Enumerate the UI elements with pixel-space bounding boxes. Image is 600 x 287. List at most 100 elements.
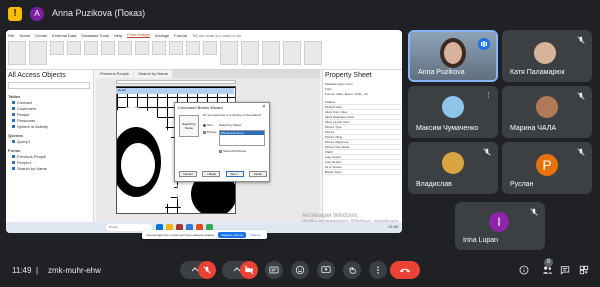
mic-off-icon	[577, 148, 585, 156]
control-tool	[84, 41, 98, 55]
themes-tool	[29, 41, 47, 65]
ribbon-tab[interactable]: External Data	[52, 33, 76, 38]
stop-sharing-button[interactable]: Закрыть доступ	[218, 231, 247, 238]
warning-icon[interactable]: !	[8, 7, 22, 21]
mic-off-icon	[577, 36, 585, 44]
participant-name: Катя Паламарюк	[510, 69, 565, 76]
nav-item[interactable]: Contract	[12, 100, 32, 105]
insert-image-tool	[220, 41, 238, 65]
activities-icon	[579, 265, 589, 275]
presenter-avatar: A	[30, 7, 44, 21]
nav-item[interactable]: People	[12, 112, 29, 117]
property-row[interactable]: Border Style	[325, 170, 401, 175]
nav-item[interactable]: Customers	[12, 106, 36, 111]
participant-tile[interactable]: I Irina Lupan	[455, 202, 545, 250]
participant-name: Владислав	[416, 181, 452, 188]
property-tab[interactable]: Data	[337, 92, 343, 96]
control-tool	[50, 41, 64, 55]
camera-toggle-button[interactable]	[240, 261, 258, 279]
participant-tile[interactable]: Катя Паламарюк	[502, 30, 592, 82]
participant-tile[interactable]: Максим Чумаченко ⋮	[408, 86, 498, 138]
taskbar-clock: 11:49	[388, 224, 398, 229]
ribbon-tab[interactable]: Help	[114, 33, 122, 38]
nav-item[interactable]: People1	[12, 160, 32, 165]
leave-call-button[interactable]	[390, 261, 420, 279]
close-icon[interactable]: ✕	[262, 104, 266, 110]
top-bar: ! A Anna Puzikova (Показ)	[0, 0, 600, 28]
detail-label: Detail	[118, 88, 126, 92]
nav-item[interactable]: Previous People	[12, 154, 46, 159]
picture-option[interactable]: Picture:	[203, 130, 217, 134]
ribbon-tab[interactable]: Database Tools	[81, 33, 109, 38]
mic-off-icon	[203, 266, 211, 274]
hand-icon	[349, 267, 356, 274]
nav-item[interactable]: Query1	[12, 139, 30, 144]
share-banner-text: meet.google.com: показ доступа к вашему …	[146, 232, 215, 237]
activities-button[interactable]	[578, 264, 590, 276]
participant-name: Irina Lupan	[463, 237, 499, 244]
wizard-button[interactable]: < Back	[202, 171, 221, 177]
property-tab[interactable]: Format	[325, 92, 335, 96]
screen-share-banner: meet.google.com: показ доступа к вашему …	[142, 230, 267, 239]
property-tab[interactable]: Event	[345, 92, 353, 96]
ruler	[116, 80, 236, 84]
header-footer-tool	[241, 41, 259, 65]
wizard-button[interactable]: Cancel	[179, 171, 197, 177]
nav-group-header[interactable]: Queries	[8, 133, 23, 138]
ribbon-tab[interactable]: File	[8, 33, 14, 38]
participant-avatar	[536, 96, 558, 118]
show-all-pictures-checkbox[interactable]: Show All Pictures	[219, 149, 246, 153]
text-value-field[interactable]: Search by Name	[219, 123, 241, 127]
bottom-bar: 11:49 | zmk-muhr-ehw 8	[0, 255, 600, 287]
participant-avatar	[442, 96, 464, 118]
participant-face	[444, 42, 462, 64]
more-options-button[interactable]	[369, 261, 387, 279]
mic-off-icon	[530, 208, 538, 216]
nav-group-header[interactable]: Forms	[8, 148, 20, 153]
property-tab[interactable]: All	[364, 92, 367, 96]
present-screen-icon	[321, 266, 331, 273]
participant-tile[interactable]: Марина ЧАЛА	[502, 86, 592, 138]
meeting-details-button[interactable]	[518, 264, 530, 276]
mic-toggle-button[interactable]	[198, 261, 216, 279]
selection-type: Selection type: Form	[325, 82, 353, 86]
participant-tile[interactable]: Anna Puzikova	[408, 30, 498, 82]
shared-screen[interactable]: File Home Create External Data Database Tool…	[6, 30, 402, 233]
document-tab[interactable]: Previous People	[96, 70, 134, 78]
participant-tile[interactable]: Р Руслан	[502, 142, 592, 194]
navigation-pane: All Access Objects Tables Contract Custome…	[6, 70, 94, 222]
wizard-question: Do you want text or a picture on the but…	[203, 113, 262, 117]
ribbon-tab[interactable]: Form Design	[127, 32, 151, 38]
command-button-wizard[interactable]: Command Button Wizard ✕ Search by Name D…	[174, 102, 270, 182]
nav-item[interactable]: Personnel	[12, 118, 35, 123]
chat-icon	[560, 266, 570, 275]
participant-tile[interactable]: Владислав	[408, 142, 498, 194]
property-tab[interactable]: Other	[355, 92, 363, 96]
nav-group-header[interactable]: Tables	[8, 94, 20, 99]
camera-off-icon	[244, 265, 254, 275]
wizard-button[interactable]: Next >	[225, 171, 244, 177]
nav-item[interactable]: Search by Name	[12, 166, 47, 171]
selected-object[interactable]: Form	[325, 87, 389, 91]
chat-button[interactable]	[559, 264, 571, 276]
text-option[interactable]: Text:	[203, 123, 213, 127]
separator: |	[36, 266, 39, 275]
ribbon-search-hint[interactable]: Tell me what you want to do	[192, 33, 241, 38]
reactions-button[interactable]	[291, 261, 309, 279]
ribbon-tab[interactable]: Format	[174, 33, 187, 38]
more-options-icon[interactable]: ⋮	[485, 91, 492, 99]
present-button[interactable]	[317, 261, 335, 279]
captions-button[interactable]	[265, 261, 283, 279]
wizard-title: Command Button Wizard	[178, 105, 223, 110]
wizard-sample-button: Search by Name	[179, 115, 199, 137]
nav-item[interactable]: Sphere of Activity	[12, 124, 48, 129]
ribbon-tab[interactable]: Home	[19, 33, 30, 38]
picture-list[interactable]: MS Access Form	[219, 130, 265, 146]
document-tab[interactable]: Search by Name	[134, 70, 172, 78]
picture-list-item[interactable]: MS Access Form	[220, 131, 264, 135]
ribbon-tab[interactable]: Arrange	[155, 33, 169, 38]
hide-banner-button[interactable]: Скрыть	[250, 233, 260, 237]
raise-hand-button[interactable]	[343, 261, 361, 279]
wizard-button[interactable]: Finish	[248, 171, 267, 177]
ribbon-tab[interactable]: Create	[35, 33, 47, 38]
